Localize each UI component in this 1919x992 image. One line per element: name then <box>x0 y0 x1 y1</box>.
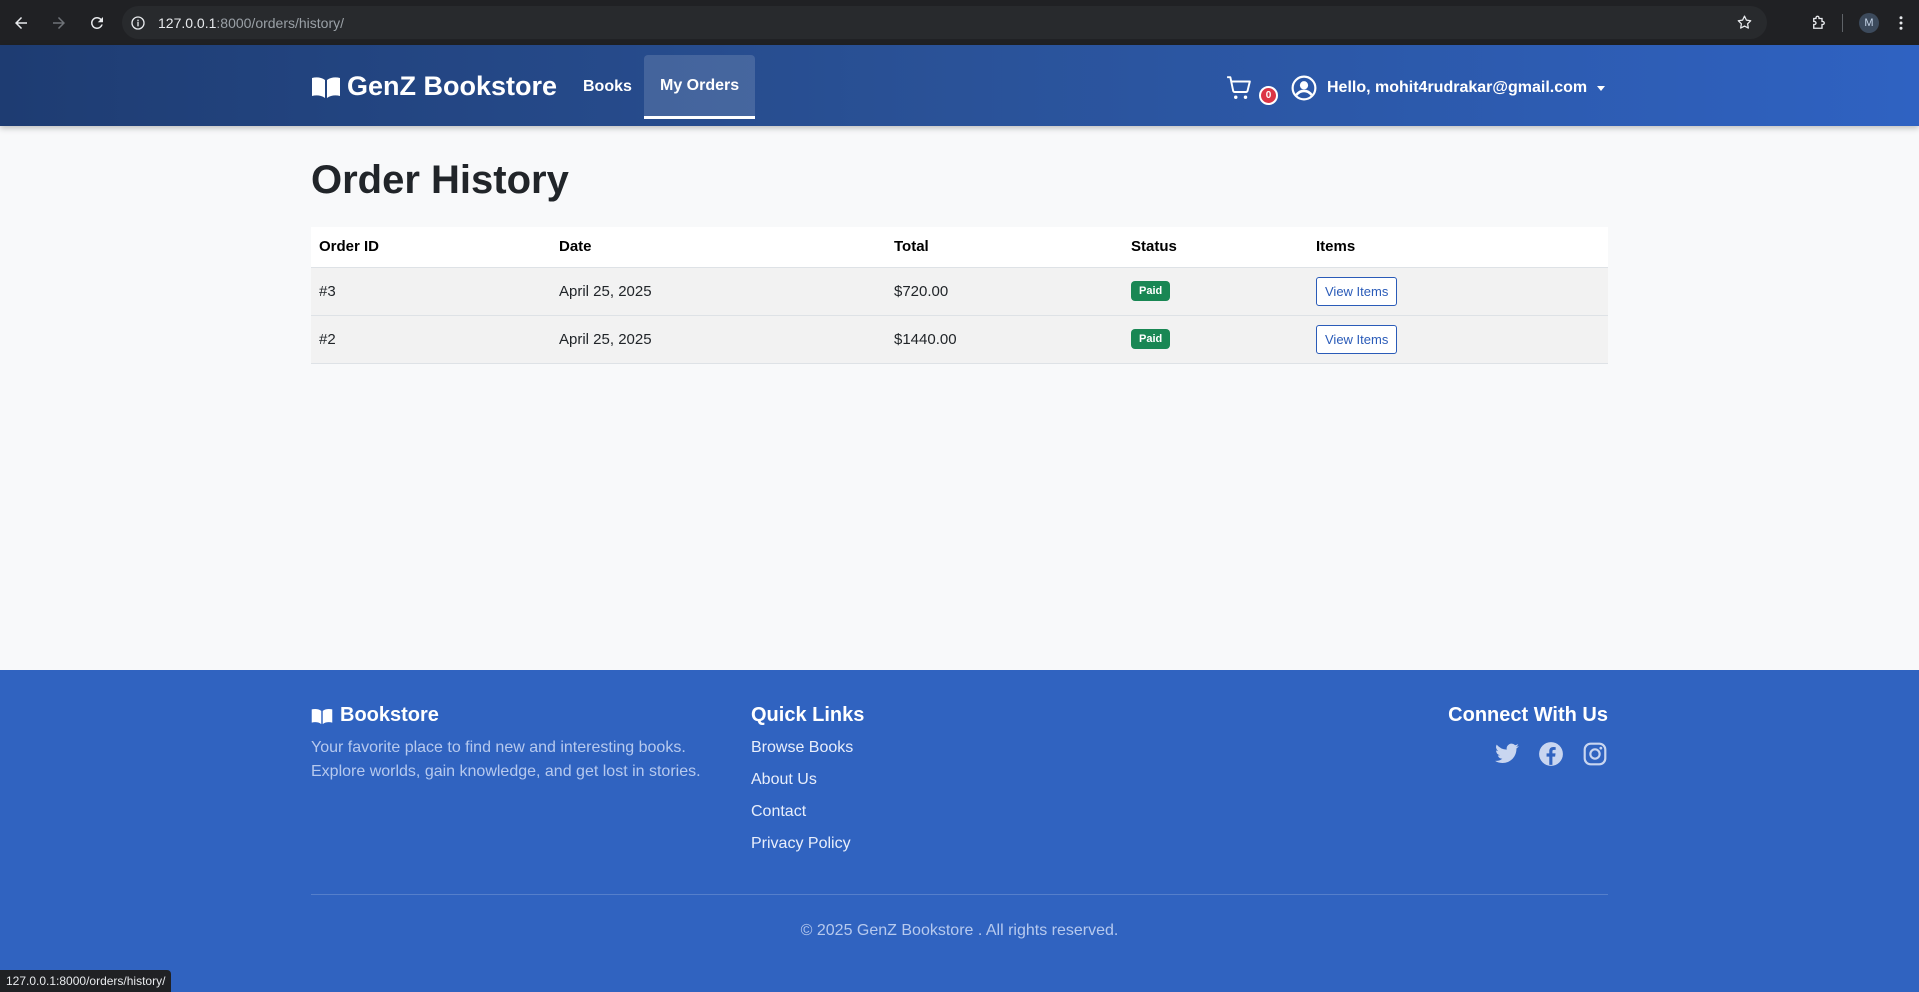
bookmark-star-icon[interactable] <box>1736 14 1753 31</box>
status-badge: Paid <box>1131 281 1171 301</box>
cart-icon[interactable] <box>1226 75 1252 101</box>
order-id: #3 <box>311 267 551 316</box>
reload-icon <box>90 16 103 29</box>
open-book-icon <box>311 708 333 724</box>
table-row: #2 April 25, 2025 $1440.00 Paid View Ite… <box>311 315 1608 364</box>
col-status: Status <box>1123 227 1308 268</box>
view-items-button[interactable]: View Items <box>1316 276 1398 306</box>
page-title: Order History <box>311 158 569 202</box>
nav-books[interactable]: Books <box>567 55 648 119</box>
table-header-row: Order ID Date Total Status Items <box>311 227 1608 268</box>
col-items: Items <box>1308 227 1608 268</box>
site-info-icon[interactable] <box>130 15 146 31</box>
arrow-right-icon <box>53 16 65 29</box>
brand-link[interactable]: GenZ Bookstore <box>311 71 557 102</box>
footer-link-browse-books[interactable]: Browse Books <box>751 736 853 768</box>
user-greeting: Hello, mohit4rudrakar@gmail.com <box>1327 79 1588 96</box>
nav-my-orders[interactable]: My Orders <box>644 55 756 119</box>
arrow-left-icon <box>15 16 27 29</box>
col-total: Total <box>886 227 1123 268</box>
quick-links-title: Quick Links <box>751 704 865 726</box>
order-date: April 25, 2025 <box>551 315 886 364</box>
site-footer: Bookstore Your favorite place to find ne… <box>0 670 1919 992</box>
order-date: April 25, 2025 <box>551 267 886 316</box>
url-text: 127.0.0.1:8000/orders/history/ <box>158 14 345 31</box>
user-circle-icon <box>1291 75 1317 101</box>
footer-description: Your favorite place to find new and inte… <box>311 739 701 780</box>
brand-name: GenZ Bookstore <box>347 71 558 101</box>
twitter-icon[interactable] <box>1494 741 1520 767</box>
more-vert-icon <box>1899 15 1903 30</box>
user-dropdown[interactable]: Hello, mohit4rudrakar@gmail.com <box>1291 75 1606 101</box>
footer-link-contact[interactable]: Contact <box>751 800 853 832</box>
link-status-bar: 127.0.0.1:8000/orders/history/ <box>0 970 172 992</box>
order-total: $1440.00 <box>886 315 1123 364</box>
profile-avatar[interactable]: M <box>1859 12 1879 33</box>
site-navbar: GenZ Bookstore Books My Orders 0 Hello, … <box>0 45 1919 126</box>
footer-link-privacy-policy[interactable]: Privacy Policy <box>751 832 853 864</box>
toolbar-divider <box>1842 13 1843 32</box>
facebook-icon[interactable] <box>1538 741 1564 767</box>
open-book-icon <box>312 76 340 98</box>
footer-divider <box>311 894 1608 895</box>
quick-links-list: Browse Books About Us Contact Privacy Po… <box>751 736 853 864</box>
order-history-table: Order ID Date Total Status Items #3 Apri… <box>311 227 1608 364</box>
caret-down-icon <box>1597 85 1606 91</box>
footer-brand: Bookstore <box>311 704 439 727</box>
footer-link-about-us[interactable]: About Us <box>751 768 853 800</box>
extensions-button[interactable] <box>1802 6 1836 40</box>
reload-button[interactable] <box>80 6 114 40</box>
order-id: #2 <box>311 315 551 364</box>
connect-title: Connect With Us <box>1448 704 1608 726</box>
table-row: #3 April 25, 2025 $720.00 Paid View Item… <box>311 267 1608 316</box>
col-date: Date <box>551 227 886 268</box>
view-items-button[interactable]: View Items <box>1316 324 1398 354</box>
order-total: $720.00 <box>886 267 1123 316</box>
browser-toolbar: 127.0.0.1:8000/orders/history/ M <box>0 0 1919 45</box>
col-order-id: Order ID <box>311 227 551 268</box>
puzzle-icon <box>1813 15 1825 29</box>
back-button[interactable] <box>4 6 38 40</box>
forward-button[interactable] <box>42 6 76 40</box>
status-badge: Paid <box>1131 329 1171 349</box>
address-bar[interactable]: 127.0.0.1:8000/orders/history/ <box>122 6 1767 39</box>
copyright-text: © 2025 GenZ Bookstore . All rights reser… <box>800 922 1119 939</box>
social-links <box>1494 741 1608 767</box>
footer-brand-name: Bookstore <box>340 704 439 726</box>
instagram-icon[interactable] <box>1582 741 1608 767</box>
browser-menu-button[interactable] <box>1889 6 1913 40</box>
cart-count-badge: 0 <box>1259 86 1278 105</box>
